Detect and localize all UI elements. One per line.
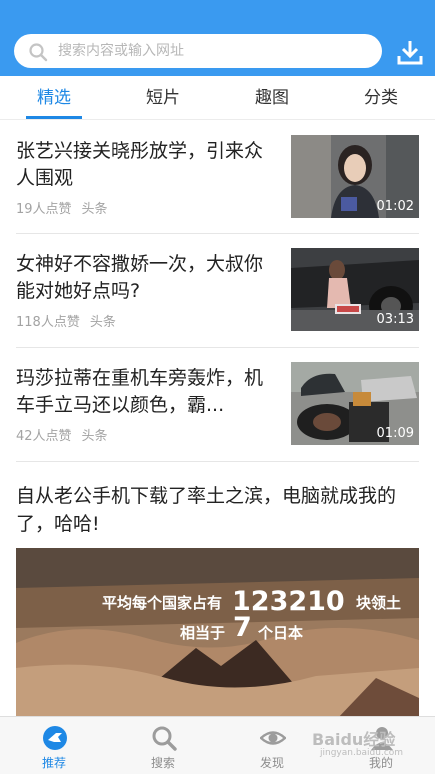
nav-label: 搜索 <box>150 756 175 770</box>
post-title[interactable]: 自从老公手机下载了率土之滨，电脑就成我的了，哈哈! <box>16 482 419 538</box>
video-duration: 03:13 <box>376 312 414 327</box>
like-count: 19人点赞 <box>16 202 72 217</box>
item-title: 女神好不容撒娇一次，大叔你能对她好点吗? <box>16 253 264 302</box>
video-duration: 01:02 <box>376 199 414 214</box>
nav-recommend[interactable]: 推荐 <box>14 717 94 774</box>
overlay-number: 7 <box>233 612 252 643</box>
tab-categories[interactable]: 分类 <box>341 76 421 120</box>
video-thumbnail[interactable]: 03:13 <box>291 248 419 331</box>
watermark-url: jingyan.baidu.com <box>320 748 404 758</box>
active-tab-indicator <box>26 116 82 119</box>
source-label: 头条 <box>81 202 108 217</box>
video-duration: 01:09 <box>376 426 414 441</box>
nav-label: 发现 <box>259 756 284 770</box>
overlay-text: 平均每个国家占有 <box>102 594 223 612</box>
item-title: 玛莎拉蒂在重机车旁轰炸，机车手立马还以颜色，霸... <box>16 367 264 416</box>
like-count: 118人点赞 <box>16 315 80 330</box>
search-icon <box>29 43 48 62</box>
item-meta: 19人点赞 头条 <box>16 198 108 217</box>
overlay-text: 块领土 <box>356 594 402 612</box>
tab-funny-images[interactable]: 趣图 <box>232 76 312 120</box>
divider <box>16 461 419 462</box>
eye-icon <box>260 731 286 745</box>
nav-discover[interactable]: 发现 <box>232 717 312 774</box>
item-title: 张艺兴接关晓彤放学，引来众人围观 <box>16 140 264 189</box>
item-meta: 118人点赞 头条 <box>16 311 116 330</box>
category-tabs: 精选 短片 趣图 分类 <box>0 76 435 120</box>
search-input[interactable]: 搜索内容或输入网址 <box>14 34 382 68</box>
source-label: 头条 <box>81 429 108 444</box>
list-item[interactable]: 女神好不容撒娇一次，大叔你能对她好点吗? 118人点赞 头条 03:13 <box>16 233 419 343</box>
watermark: Baidu经验 <box>312 730 396 749</box>
list-item[interactable]: 张艺兴接关晓彤放学，引来众人围观 19人点赞 头条 01:02 <box>16 120 419 230</box>
post-image[interactable]: 平均每个国家占有 123210 块领土 相当于 7 个日本 <box>16 548 419 720</box>
tab-short-video[interactable]: 短片 <box>123 76 203 120</box>
list-item[interactable]: 玛莎拉蒂在重机车旁轰炸，机车手立马还以颜色，霸... 42人点赞 头条 01:09 <box>16 347 419 457</box>
search-icon <box>152 726 177 751</box>
video-thumbnail[interactable]: 01:09 <box>291 362 419 445</box>
nav-search[interactable]: 搜索 <box>123 717 203 774</box>
search-placeholder: 搜索内容或输入网址 <box>58 43 184 59</box>
like-count: 42人点赞 <box>16 429 72 444</box>
overlay-text: 相当于 <box>180 624 226 642</box>
item-meta: 42人点赞 头条 <box>16 425 108 444</box>
tab-featured[interactable]: 精选 <box>14 76 94 120</box>
video-thumbnail[interactable]: 01:02 <box>291 135 419 218</box>
top-header: 搜索内容或输入网址 <box>0 0 435 76</box>
nav-label: 推荐 <box>41 756 66 770</box>
bird-icon <box>43 726 67 750</box>
source-label: 头条 <box>89 315 116 330</box>
download-icon[interactable] <box>396 38 424 66</box>
overlay-text: 个日本 <box>258 624 304 642</box>
